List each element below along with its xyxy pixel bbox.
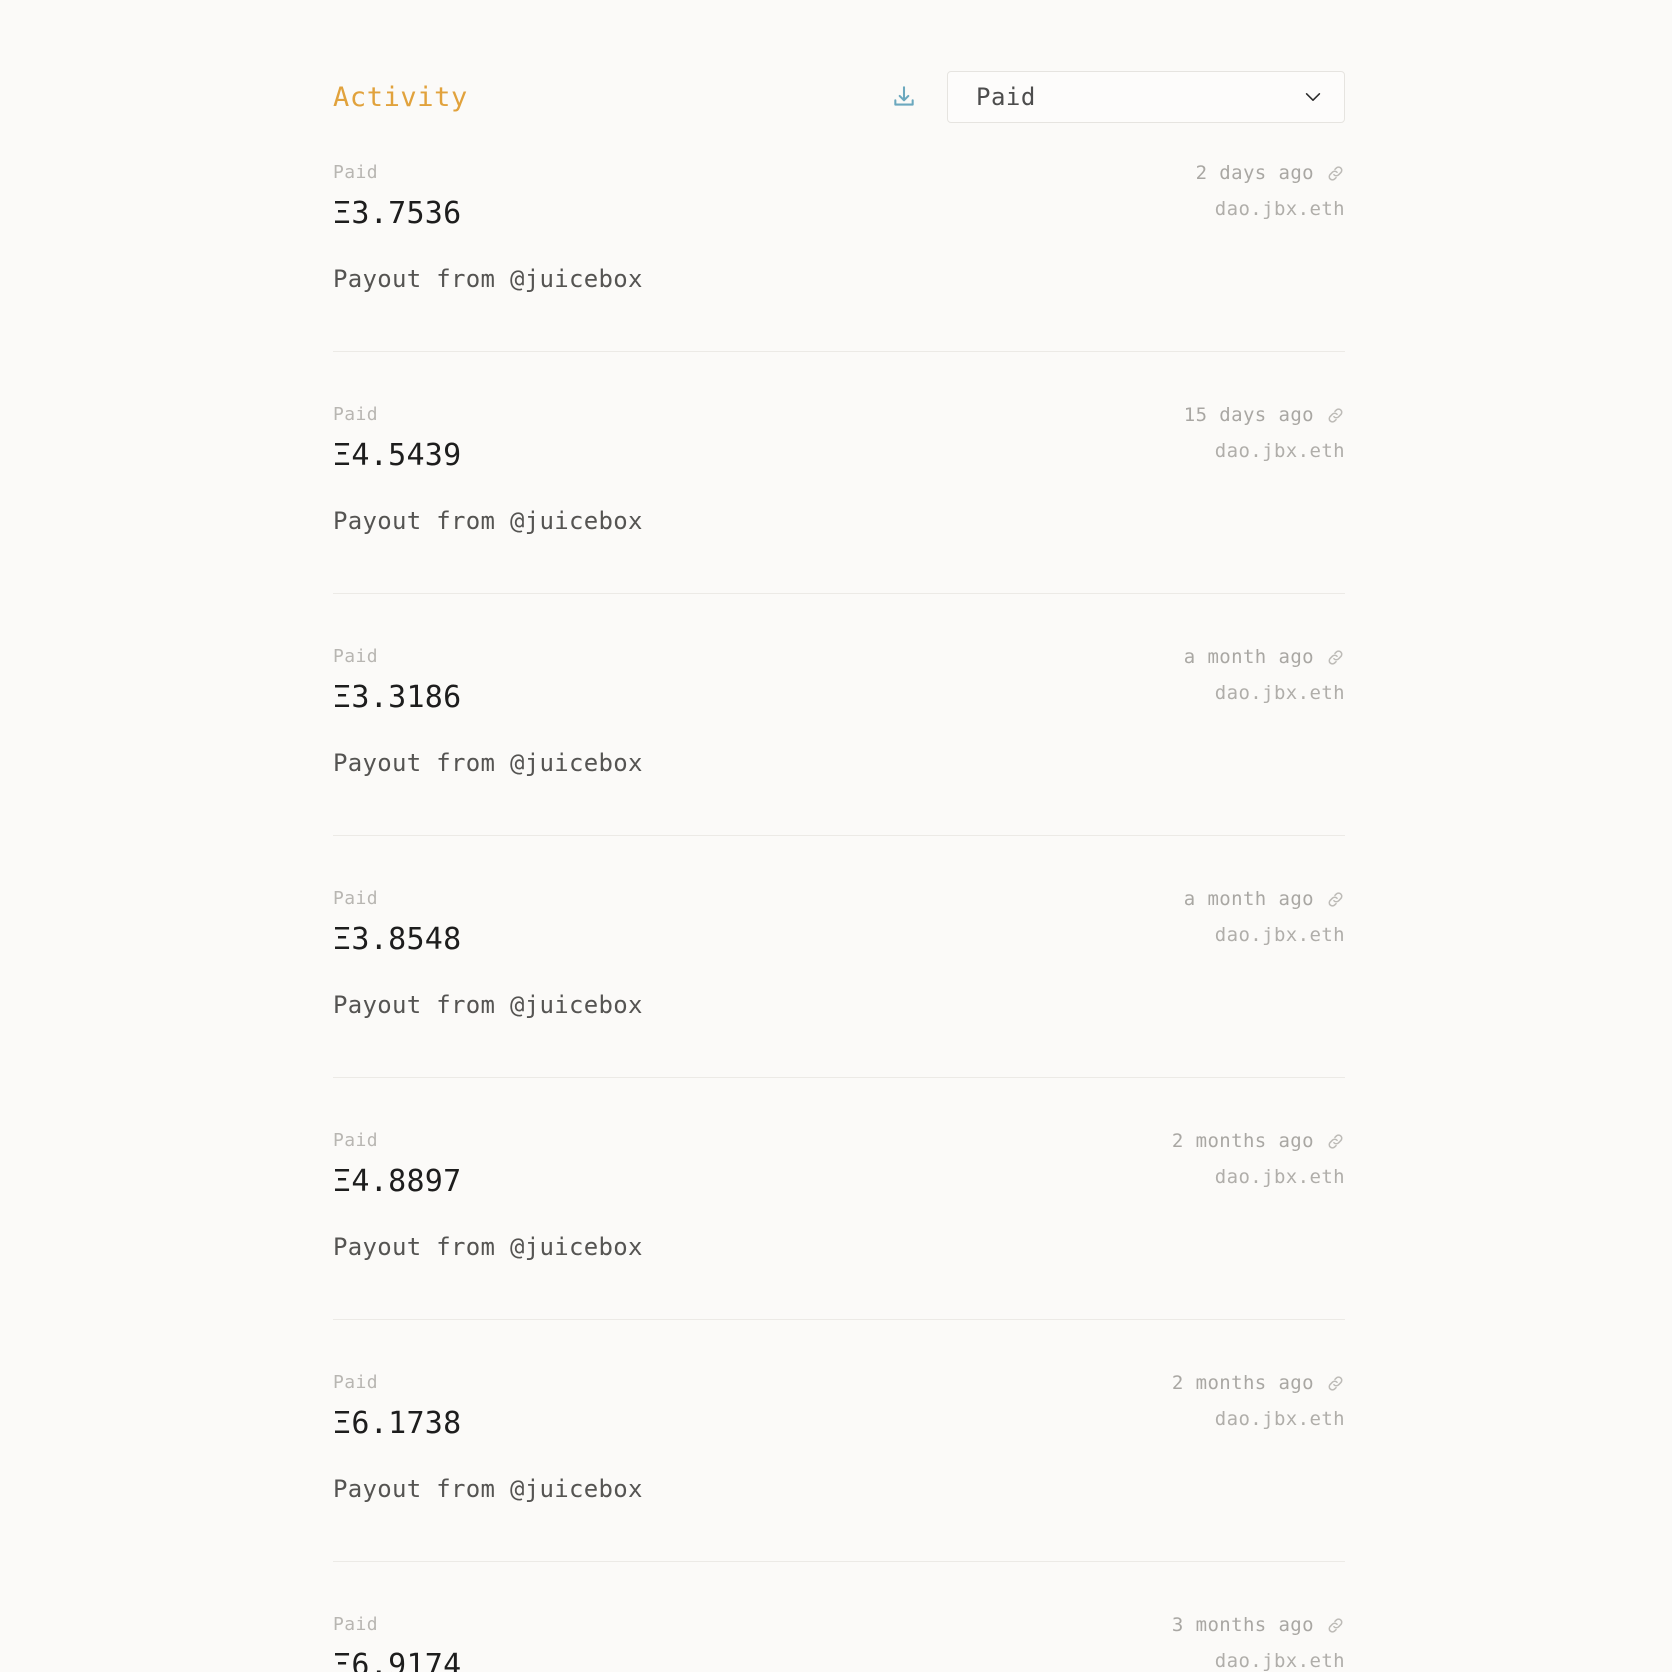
amount-value: Ξ4.8897 (333, 1164, 462, 1199)
timestamp: 3 months ago (1171, 1614, 1314, 1636)
memo-text: Payout from @juicebox (333, 507, 643, 535)
activity-item[interactable]: Paid Ξ4.8897 2 months ago dao.jbx.eth Pa… (333, 1132, 1345, 1320)
memo-text: Payout from @juicebox (333, 1475, 643, 1503)
timestamp: 2 months ago (1171, 1130, 1314, 1152)
memo-text: Payout from @juicebox (333, 991, 643, 1019)
timestamp-row: a month ago (1184, 890, 1345, 909)
memo-text: Payout from @juicebox (333, 1233, 643, 1261)
activity-page: Activity Paid Paid Ξ3.7536 2 days ago da… (0, 0, 1672, 1672)
link-icon[interactable] (1326, 890, 1345, 909)
activity-item-top: Paid Ξ3.8548 a month ago dao.jbx.eth (333, 890, 1345, 955)
activity-item-top: Paid Ξ6.1738 2 months ago dao.jbx.eth (333, 1374, 1345, 1439)
activity-header: Activity Paid (333, 62, 1345, 132)
wallet-address[interactable]: dao.jbx.eth (1215, 442, 1345, 461)
activity-item-meta: 2 days ago dao.jbx.eth (1196, 164, 1345, 219)
timestamp: 2 days ago (1195, 162, 1314, 184)
activity-item-top: Paid Ξ4.5439 15 days ago dao.jbx.eth (333, 406, 1345, 471)
wallet-address[interactable]: dao.jbx.eth (1215, 200, 1345, 219)
status-badge: Paid (333, 1372, 378, 1393)
timestamp-row: 2 days ago (1196, 164, 1345, 183)
activity-filter-select[interactable]: Paid (947, 71, 1345, 123)
wallet-address[interactable]: dao.jbx.eth (1215, 1410, 1345, 1429)
activity-item-meta: a month ago dao.jbx.eth (1184, 648, 1345, 703)
activity-item[interactable]: Paid Ξ3.8548 a month ago dao.jbx.eth Pay… (333, 890, 1345, 1078)
timestamp-row: 2 months ago (1172, 1374, 1345, 1393)
wallet-address[interactable]: dao.jbx.eth (1215, 1652, 1345, 1671)
activity-item[interactable]: Paid Ξ3.7536 2 days ago dao.jbx.eth Payo… (333, 164, 1345, 352)
activity-filter-value: Paid (976, 83, 1036, 111)
activity-item[interactable]: Paid Ξ6.9174 3 months ago dao.jbx.eth (333, 1616, 1345, 1672)
amount-value: Ξ3.7536 (333, 196, 462, 231)
link-icon[interactable] (1326, 1132, 1345, 1151)
link-icon[interactable] (1326, 164, 1345, 183)
link-icon[interactable] (1326, 1616, 1345, 1635)
amount-value: Ξ6.9174 (333, 1648, 462, 1672)
timestamp-row: a month ago (1184, 648, 1345, 667)
activity-item-primary: Paid Ξ3.3186 (333, 648, 462, 713)
status-badge: Paid (333, 888, 378, 909)
status-badge: Paid (333, 1130, 378, 1151)
page-title: Activity (333, 81, 468, 113)
memo-text: Payout from @juicebox (333, 749, 643, 777)
status-badge: Paid (333, 404, 378, 425)
amount-value: Ξ4.5439 (333, 438, 462, 473)
activity-item-meta: 15 days ago dao.jbx.eth (1184, 406, 1345, 461)
activity-item-top: Paid Ξ3.3186 a month ago dao.jbx.eth (333, 648, 1345, 713)
status-badge: Paid (333, 646, 378, 667)
activity-panel: Activity Paid Paid Ξ3.7536 2 days ago da… (333, 0, 1345, 1672)
wallet-address[interactable]: dao.jbx.eth (1215, 684, 1345, 703)
activity-item-top: Paid Ξ3.7536 2 days ago dao.jbx.eth (333, 164, 1345, 229)
activity-item-primary: Paid Ξ4.8897 (333, 1132, 462, 1197)
amount-value: Ξ3.8548 (333, 922, 462, 957)
timestamp-row: 15 days ago (1184, 406, 1345, 425)
link-icon[interactable] (1326, 406, 1345, 425)
timestamp-row: 3 months ago (1172, 1616, 1345, 1635)
timestamp: a month ago (1183, 646, 1314, 668)
link-icon[interactable] (1326, 648, 1345, 667)
memo-text: Payout from @juicebox (333, 265, 643, 293)
activity-item-primary: Paid Ξ6.1738 (333, 1374, 462, 1439)
activity-item-primary: Paid Ξ3.7536 (333, 164, 462, 229)
timestamp-row: 2 months ago (1172, 1132, 1345, 1151)
activity-item-primary: Paid Ξ4.5439 (333, 406, 462, 471)
wallet-address[interactable]: dao.jbx.eth (1215, 926, 1345, 945)
activity-item-primary: Paid Ξ6.9174 (333, 1616, 462, 1672)
download-icon[interactable] (889, 82, 919, 112)
timestamp: 2 months ago (1171, 1372, 1314, 1394)
chevron-down-icon (1305, 93, 1321, 101)
timestamp: 15 days ago (1183, 404, 1314, 426)
activity-item-meta: 3 months ago dao.jbx.eth (1172, 1616, 1345, 1671)
activity-item[interactable]: Paid Ξ6.1738 2 months ago dao.jbx.eth Pa… (333, 1374, 1345, 1562)
link-icon[interactable] (1326, 1374, 1345, 1393)
amount-value: Ξ6.1738 (333, 1406, 462, 1441)
timestamp: a month ago (1183, 888, 1314, 910)
status-badge: Paid (333, 1614, 378, 1635)
activity-item-meta: a month ago dao.jbx.eth (1184, 890, 1345, 945)
activity-item-top: Paid Ξ4.8897 2 months ago dao.jbx.eth (333, 1132, 1345, 1197)
amount-value: Ξ3.3186 (333, 680, 462, 715)
status-badge: Paid (333, 162, 378, 183)
activity-item[interactable]: Paid Ξ3.3186 a month ago dao.jbx.eth Pay… (333, 648, 1345, 836)
activity-item-top: Paid Ξ6.9174 3 months ago dao.jbx.eth (333, 1616, 1345, 1672)
activity-item[interactable]: Paid Ξ4.5439 15 days ago dao.jbx.eth Pay… (333, 406, 1345, 594)
activity-list: Paid Ξ3.7536 2 days ago dao.jbx.eth Payo… (333, 164, 1345, 1672)
activity-item-primary: Paid Ξ3.8548 (333, 890, 462, 955)
wallet-address[interactable]: dao.jbx.eth (1215, 1168, 1345, 1187)
activity-item-meta: 2 months ago dao.jbx.eth (1172, 1132, 1345, 1187)
header-controls: Paid (889, 62, 1345, 132)
activity-item-meta: 2 months ago dao.jbx.eth (1172, 1374, 1345, 1429)
